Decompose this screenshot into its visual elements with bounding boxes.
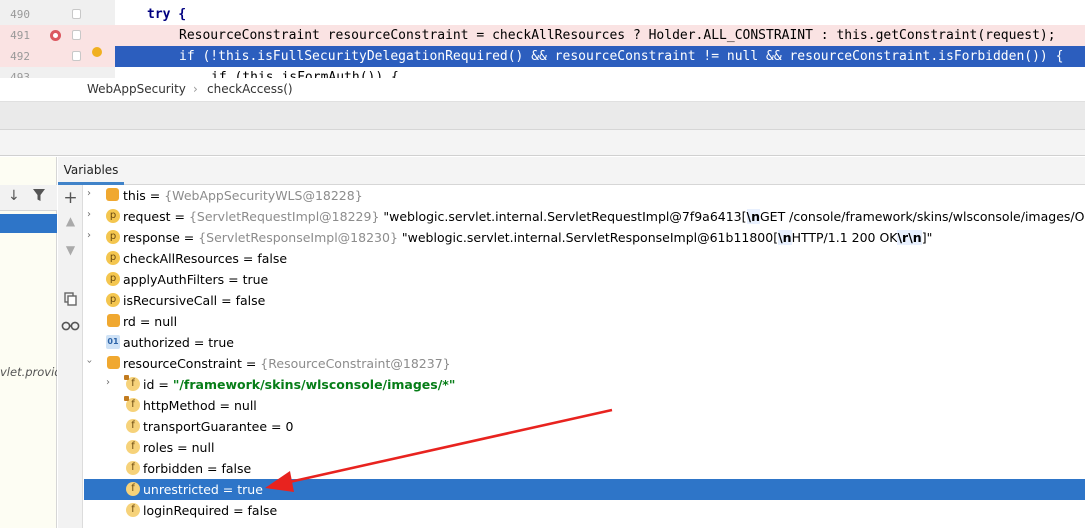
field-icon: f [124, 396, 140, 412]
glasses-icon[interactable] [61, 321, 80, 331]
variable-label: rd = null [123, 314, 178, 329]
code-line-breakpoint[interactable]: 491 ResourceConstraint resourceConstrain… [0, 25, 1085, 46]
tree-row-isrecursivecall[interactable]: p isRecursiveCall = false [84, 290, 1085, 311]
variable-label: resourceConstraint = {ResourceConstraint… [123, 356, 451, 371]
variable-label: transportGuarantee = 0 [143, 419, 294, 434]
variable-label: request = {ServletRequestImpl@18229} "we… [123, 209, 1085, 224]
expand-arrow-icon[interactable]: › [87, 230, 91, 241]
line-number: 490 [10, 8, 30, 21]
selected-frame[interactable] [0, 214, 57, 233]
object-icon [106, 188, 119, 201]
line-number: 493 [10, 71, 30, 78]
code-line[interactable]: 493 if (this.isFormAuth()) { [0, 67, 1085, 78]
fold-marker-icon[interactable] [72, 51, 81, 61]
field-icon: f [126, 461, 140, 475]
tree-row-request[interactable]: › p request = {ServletRequestImpl@18229}… [84, 206, 1085, 227]
variable-label: forbidden = false [143, 461, 252, 476]
variable-label: response = {ServletResponseImpl@18230} "… [123, 230, 933, 245]
code-line[interactable]: 490 try { [0, 4, 1085, 25]
expand-arrow-icon[interactable]: › [87, 209, 91, 220]
variable-label: this = {WebAppSecurityWLS@18228} [123, 188, 363, 203]
tab-variables[interactable]: Variables [58, 157, 124, 185]
parameter-icon: p [106, 230, 120, 244]
code-line-text[interactable]: ResourceConstraint resourceConstraint = … [115, 25, 1085, 46]
code-line-text[interactable]: if (!this.isFullSecurityDelegationRequir… [115, 46, 1085, 67]
tree-row-authorized[interactable]: 01 authorized = true [84, 332, 1085, 353]
collapse-arrow-icon[interactable]: › [84, 360, 95, 364]
tree-row-resourceconstraint[interactable]: › resourceConstraint = {ResourceConstrai… [84, 353, 1085, 374]
variable-label: id = "/framework/skins/wlsconsole/images… [143, 377, 456, 392]
tree-row-unrestricted[interactable]: f unrestricted = true [84, 479, 1085, 500]
tree-row-forbidden[interactable]: f forbidden = false [84, 458, 1085, 479]
local-variable-icon [107, 356, 120, 369]
code-text[interactable]: try { [115, 4, 1085, 25]
variable-label: unrestricted = true [143, 482, 263, 497]
variable-label: isRecursiveCall = false [123, 293, 266, 308]
variable-label: authorized = true [123, 335, 234, 350]
variable-label: loginRequired = false [143, 503, 278, 518]
local-variable-icon [107, 314, 120, 327]
frames-panel[interactable]: ↓ vlet.provid [0, 157, 57, 528]
boolean-local-icon: 01 [106, 335, 120, 349]
variable-label: applyAuthFilters = true [123, 272, 269, 287]
debug-header-strip [0, 130, 1085, 156]
variable-label: roles = null [143, 440, 215, 455]
debug-toolbar-strip [0, 102, 1085, 130]
parameter-icon: p [106, 293, 120, 307]
field-icon: f [126, 503, 140, 517]
tree-row-id[interactable]: › f id = "/framework/skins/wlsconsole/im… [84, 374, 1085, 395]
variables-toolbar: + ▲ ▼ [58, 185, 83, 528]
arrow-down-icon[interactable]: ↓ [8, 188, 20, 204]
tree-row-loginrequired[interactable]: f loginRequired = false [84, 500, 1085, 521]
tree-row-httpmethod[interactable]: f httpMethod = null [84, 395, 1085, 416]
variable-label: checkAllResources = false [123, 251, 288, 266]
fold-marker-icon[interactable] [72, 30, 81, 40]
expand-arrow-icon[interactable]: › [106, 377, 110, 388]
tree-row-transportguarantee[interactable]: f transportGuarantee = 0 [84, 416, 1085, 437]
code-line-text[interactable]: if (this.isFormAuth()) { [115, 67, 1085, 78]
tree-row-response[interactable]: › p response = {ServletResponseImpl@1823… [84, 227, 1085, 248]
field-icon: f [126, 482, 140, 496]
lightbulb-icon[interactable] [92, 47, 102, 57]
tree-row-this[interactable]: › this = {WebAppSecurityWLS@18228} [84, 185, 1085, 206]
tree-row-checkallresources[interactable]: p checkAllResources = false [84, 248, 1085, 269]
line-number: 491 [10, 29, 30, 42]
expand-arrow-icon[interactable]: › [87, 188, 91, 199]
breadcrumb-separator-icon: › [193, 82, 198, 96]
code-editor[interactable]: 490 try { 491 ResourceConstraint resourc… [0, 0, 1085, 78]
tree-row-applyauthfilters[interactable]: p applyAuthFilters = true [84, 269, 1085, 290]
line-number: 492 [10, 50, 30, 63]
breadcrumb: WebAppSecurity › checkAccess() [0, 78, 1085, 102]
parameter-icon: p [106, 209, 120, 223]
parameter-icon: p [106, 251, 120, 265]
variables-header: Variables [58, 157, 1085, 185]
filter-icon[interactable] [32, 187, 46, 203]
frame-item[interactable]: vlet.provid [0, 365, 57, 379]
add-watch-icon[interactable]: + [58, 188, 83, 208]
tree-row-rd[interactable]: rd = null [84, 311, 1085, 332]
breadcrumb-method[interactable]: checkAccess() [207, 82, 293, 96]
field-icon: f [124, 375, 140, 391]
copy-icon[interactable] [64, 292, 77, 306]
tree-row-roles[interactable]: f roles = null [84, 437, 1085, 458]
variable-label: httpMethod = null [143, 398, 257, 413]
parameter-icon: p [106, 272, 120, 286]
field-icon: f [126, 440, 140, 454]
variables-tree[interactable]: › this = {WebAppSecurityWLS@18228} › p r… [84, 185, 1085, 528]
down-icon[interactable]: ▼ [58, 243, 83, 257]
field-icon: f [126, 419, 140, 433]
breakpoint-icon[interactable] [50, 30, 61, 41]
up-icon[interactable]: ▲ [58, 214, 83, 228]
breadcrumb-class[interactable]: WebAppSecurity [87, 82, 186, 96]
code-line-current-execution[interactable]: 492 if (!this.isFullSecurityDelegationRe… [0, 46, 1085, 67]
fold-marker-icon[interactable] [72, 9, 81, 19]
frames-toolbar: ↓ [0, 185, 57, 211]
code-line-text: try { [147, 7, 187, 22]
